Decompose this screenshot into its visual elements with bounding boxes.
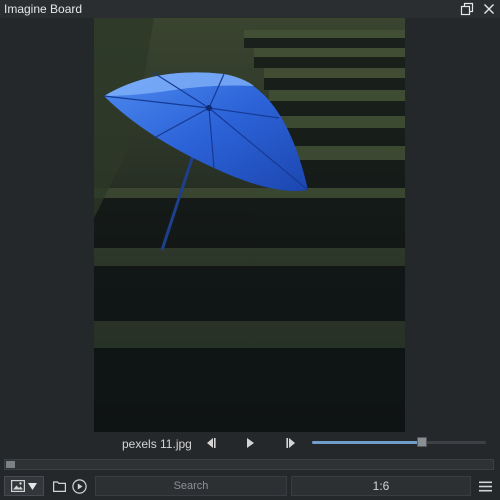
position-slider[interactable] [312,437,486,447]
position-slider-thumb[interactable] [416,437,427,447]
skip-previous-icon[interactable] [204,436,218,450]
title-bar: Imagine Board [0,0,500,18]
scrollbar-thumb[interactable] [6,461,15,468]
bottom-toolbar: 1:6 [0,474,500,498]
play-circle-icon[interactable] [71,476,87,496]
file-name: pexels 11.jpg [122,437,192,451]
ratio-display[interactable]: 1:6 [291,476,471,496]
window-title: Imagine Board [4,2,83,16]
restore-window-icon[interactable] [458,1,476,17]
close-icon[interactable] [480,1,498,17]
triangle-down-icon [28,482,37,490]
position-slider-fill [312,441,422,444]
search-input[interactable] [95,476,287,496]
hamburger-menu-icon[interactable] [478,476,492,496]
image-viewer[interactable] [0,18,500,432]
folder-icon[interactable] [52,476,66,496]
play-icon[interactable] [243,436,257,450]
image-icon [11,480,25,492]
photo [94,18,405,432]
skip-next-icon[interactable] [284,436,298,450]
horizontal-scrollbar[interactable] [4,459,494,470]
view-mode-dropdown[interactable] [4,476,44,496]
